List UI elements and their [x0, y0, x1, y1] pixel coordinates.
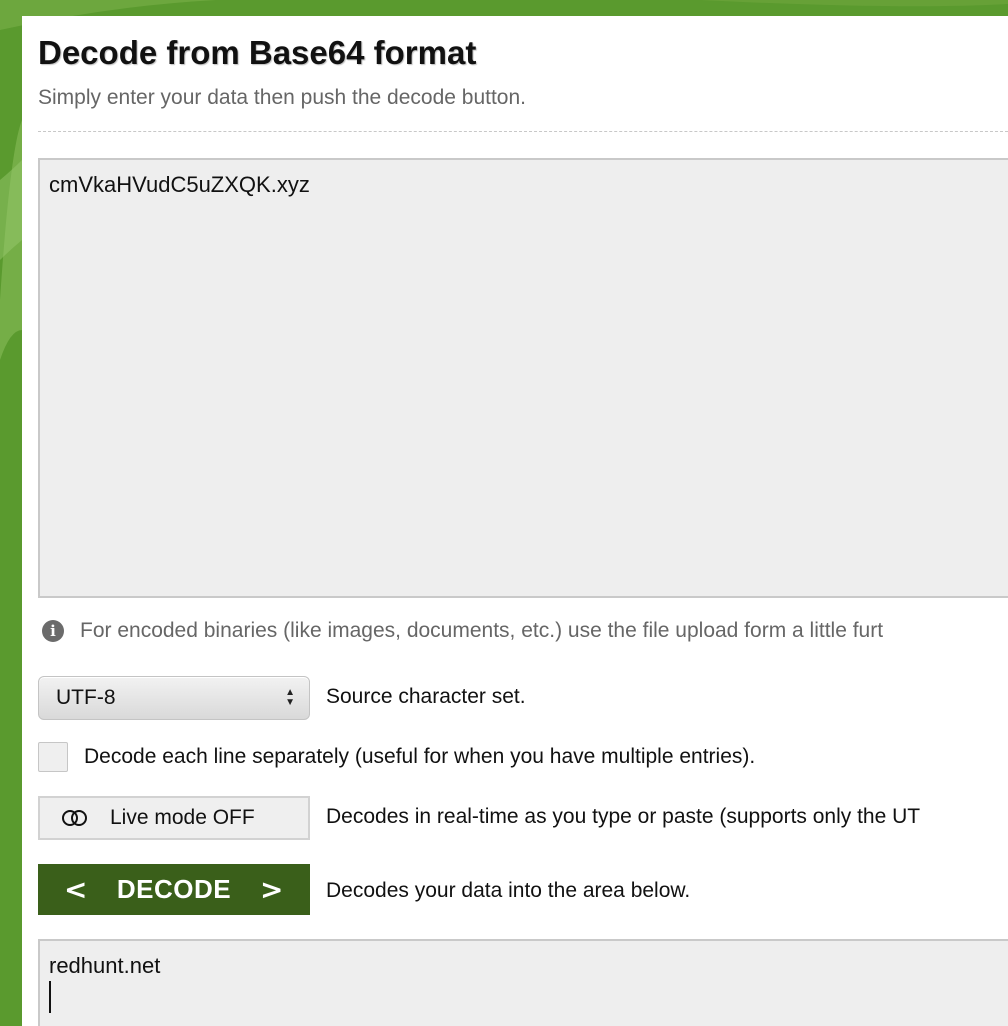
decode-button-label: DECODE — [116, 874, 232, 904]
chevron-left-icon: < — [64, 873, 88, 906]
decode-each-line-checkbox[interactable] — [38, 742, 68, 772]
binary-info-note: i For encoded binaries (like images, doc… — [42, 619, 883, 643]
info-icon: i — [42, 620, 64, 642]
decode-each-line-label[interactable]: Decode each line separately (useful for … — [84, 745, 755, 769]
decode-button[interactable]: < DECODE > — [38, 864, 310, 915]
input-text: cmVkaHVudC5uZXQK.xyz — [49, 172, 310, 197]
charset-selected-value: UTF-8 — [56, 686, 116, 709]
live-mode-description: Decodes in real-time as you type or past… — [326, 805, 921, 828]
dashed-divider — [38, 131, 1008, 132]
select-arrows-icon: ▲ ▼ — [285, 687, 295, 708]
decode-panel: Decode from Base64 format Simply enter y… — [22, 16, 1008, 1026]
text-caret — [49, 981, 51, 1013]
charset-label: Source character set. — [326, 685, 526, 708]
decode-description: Decodes your data into the area below. — [326, 879, 691, 902]
page-subtitle: Simply enter your data then push the dec… — [38, 86, 526, 109]
page-title: Decode from Base64 format — [38, 34, 477, 71]
base64-input-textarea[interactable]: cmVkaHVudC5uZXQK.xyz — [38, 158, 1008, 598]
live-mode-label: Live mode OFF — [110, 806, 255, 829]
chevron-right-icon: > — [260, 873, 284, 906]
live-mode-toggle-button[interactable]: Live mode OFF — [38, 796, 310, 840]
info-text: For encoded binaries (like images, docum… — [80, 619, 884, 642]
decoded-output-textarea[interactable]: redhunt.net — [38, 939, 1008, 1026]
toggle-off-icon — [62, 810, 88, 826]
charset-select[interactable]: UTF-8 ▲ ▼ — [38, 676, 310, 720]
output-text: redhunt.net — [49, 953, 161, 978]
